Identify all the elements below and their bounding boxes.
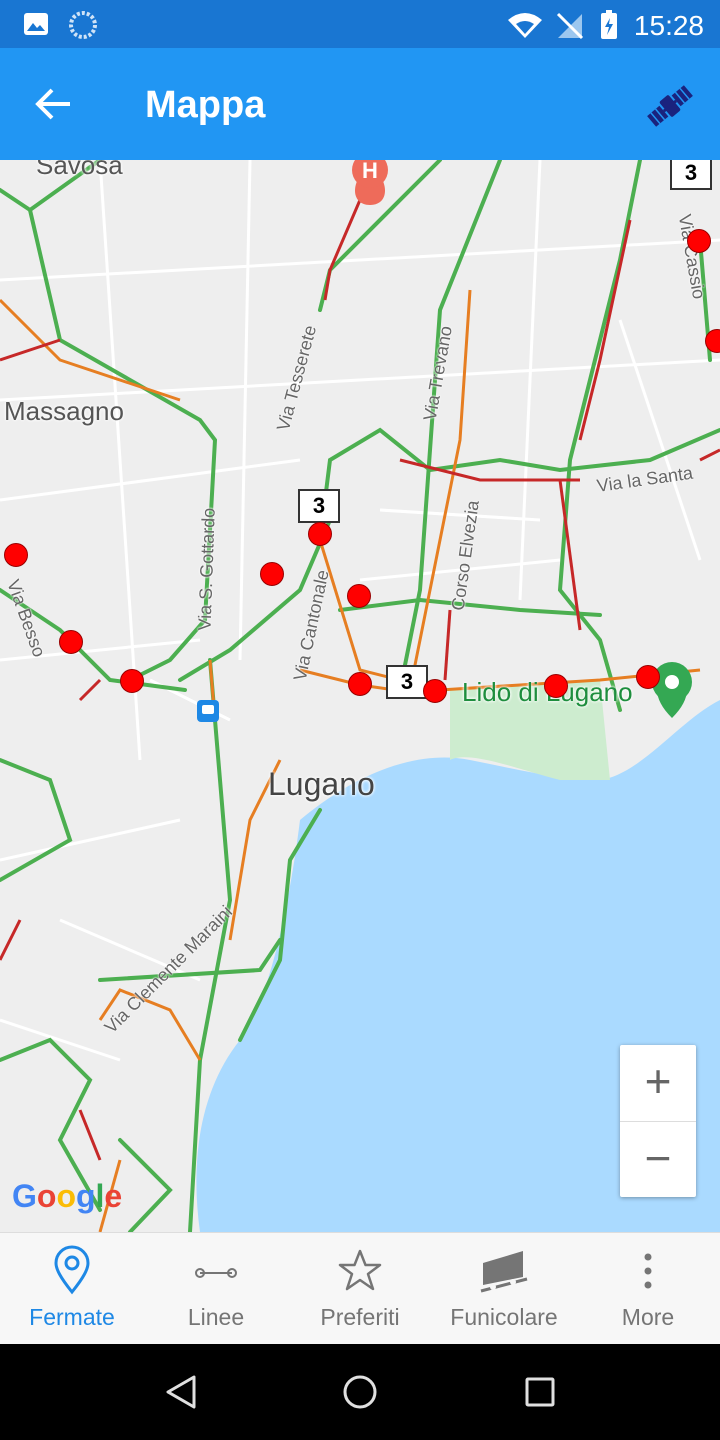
route-badge[interactable]: 3 [386,665,428,699]
bus-stop-marker[interactable] [347,584,371,608]
place-label-savosa: Savosa [36,160,123,180]
bus-stop-marker[interactable] [423,679,447,703]
wifi-icon [508,13,542,38]
nav-label-preferiti: Preferiti [320,1304,400,1330]
bus-stop-marker[interactable] [260,562,284,586]
no-signal-icon [556,12,584,40]
bus-stop-marker[interactable] [59,630,83,654]
bus-stop-marker[interactable] [4,543,28,567]
page-title: Mappa [145,84,266,126]
status-time: 15:28 [633,10,704,41]
satellite-icon[interactable] [642,78,698,134]
nav-label-fermate: Fermate [29,1304,115,1330]
bus-stop-marker[interactable] [687,229,711,253]
place-label-lugano: Lugano [268,766,375,802]
nav-item-funicolare[interactable]: Funicolare [432,1233,576,1345]
home-circle-icon[interactable] [342,1374,378,1410]
back-triangle-icon[interactable] [164,1374,198,1410]
bus-stop-marker[interactable] [120,669,144,693]
route-badge[interactable]: 3 [298,489,340,523]
map-view[interactable]: H Savosa Massagno Lugano Lido di Lugano … [0,160,720,1232]
bus-stop-marker[interactable] [636,665,660,689]
more-vert-icon [644,1253,652,1289]
bus-stop-marker[interactable] [544,674,568,698]
bottom-navigation: Fermate Linee Preferiti Funicolare More [0,1232,720,1345]
map-pin-icon [54,1245,90,1295]
nav-label-more: More [621,1304,675,1330]
street-label-gottardo: Via S. Gottardo [194,507,219,631]
app-bar: Mappa [0,48,720,160]
nav-item-preferiti[interactable]: Preferiti [288,1233,432,1345]
zoom-out-button[interactable]: − [620,1122,696,1198]
train-station-marker [197,700,219,722]
nav-label-funicolare: Funicolare [450,1304,558,1330]
route-badge[interactable]: 3 [670,160,712,190]
status-bar: 15:28 [0,0,720,48]
google-logo: Google [12,1178,123,1214]
bus-stop-marker[interactable] [348,672,372,696]
funicular-icon [480,1251,528,1293]
battery-charging-icon [601,10,617,39]
bus-stop-marker[interactable] [308,522,332,546]
zoom-in-button[interactable]: + [620,1045,696,1122]
star-icon [338,1249,382,1291]
line-icon [195,1268,237,1278]
hospital-marker: H [352,160,388,205]
place-label-massagno: Massagno [4,396,124,426]
back-arrow-icon[interactable] [30,82,80,126]
nav-item-more[interactable]: More [576,1233,720,1345]
loading-icon [69,11,97,39]
zoom-controls: + − [620,1045,696,1197]
nav-label-linee: Linee [187,1304,245,1330]
nav-item-linee[interactable]: Linee [144,1233,288,1345]
svg-text:H: H [362,160,378,183]
nav-item-fermate[interactable]: Fermate [0,1233,144,1345]
image-icon [24,13,48,35]
system-navigation-bar [0,1344,720,1440]
recents-square-icon[interactable] [524,1374,556,1410]
